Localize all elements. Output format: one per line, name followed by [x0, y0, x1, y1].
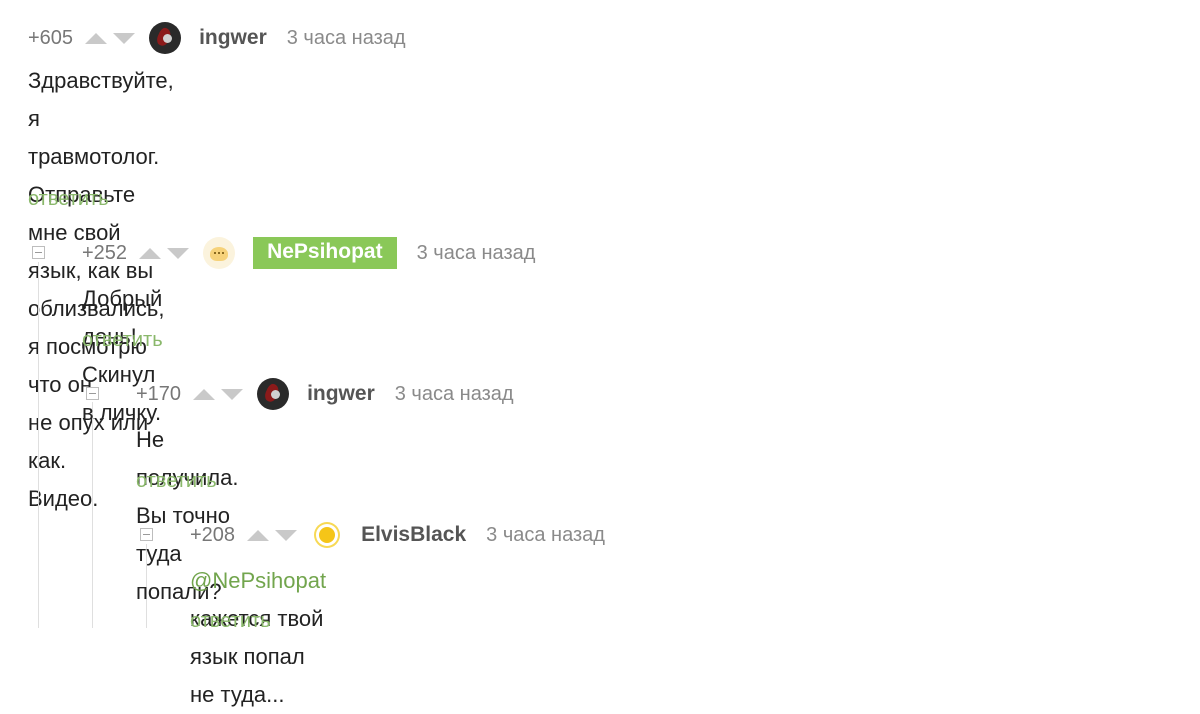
upvote-icon[interactable]: [247, 529, 270, 541]
thread-line[interactable]: [92, 402, 93, 628]
comment-rating: +170: [136, 382, 182, 405]
downvote-icon[interactable]: [113, 32, 136, 44]
comment-timestamp[interactable]: 3 часа назад: [417, 242, 536, 265]
comment-body: @NePsihopat кажется твой язык попал не т…: [190, 562, 326, 714]
comment-rating: +208: [190, 523, 236, 546]
thread-line[interactable]: [38, 262, 39, 628]
reply-link[interactable]: ответить: [136, 470, 217, 493]
upvote-icon[interactable]: [193, 388, 216, 400]
comment-meta: +252 NePsihopat 3 часа назад: [82, 237, 535, 269]
collapse-thread-icon[interactable]: [86, 387, 99, 400]
comment-username[interactable]: ElvisBlack: [361, 523, 466, 547]
comment-username[interactable]: ingwer: [307, 382, 375, 406]
comment-meta: +208 ElvisBlack 3 часа назад: [190, 519, 605, 551]
comment-username[interactable]: ingwer: [199, 26, 267, 50]
user-avatar-dark-icon[interactable]: [149, 22, 182, 54]
user-avatar-dark-icon[interactable]: [257, 378, 290, 410]
reply-link[interactable]: ответить: [190, 610, 271, 633]
upvote-icon[interactable]: [139, 247, 162, 259]
reply-link[interactable]: ответить: [28, 188, 109, 211]
reply-link[interactable]: ответить: [82, 329, 163, 352]
collapse-thread-icon[interactable]: [32, 246, 45, 259]
comment-timestamp[interactable]: 3 часа назад: [287, 27, 406, 50]
user-mention-link[interactable]: @NePsihopat: [190, 568, 326, 593]
downvote-icon[interactable]: [167, 247, 190, 259]
comment-rating: +252: [82, 241, 128, 264]
collapse-thread-icon[interactable]: [140, 528, 153, 541]
comment-meta: +170 ingwer 3 часа назад: [136, 378, 514, 410]
downvote-icon[interactable]: [275, 529, 298, 541]
downvote-icon[interactable]: [221, 388, 244, 400]
comment-rating: +605: [28, 26, 74, 49]
comment-meta: +605 ingwer 3 часа назад: [28, 22, 406, 54]
user-avatar-egg-icon[interactable]: [203, 237, 236, 269]
comment-timestamp[interactable]: 3 часа назад: [395, 383, 514, 406]
user-avatar-sun-icon[interactable]: [311, 519, 343, 551]
comment-timestamp[interactable]: 3 часа назад: [486, 524, 605, 547]
comment-username-badge[interactable]: NePsihopat: [253, 237, 397, 269]
upvote-icon[interactable]: [85, 32, 108, 44]
